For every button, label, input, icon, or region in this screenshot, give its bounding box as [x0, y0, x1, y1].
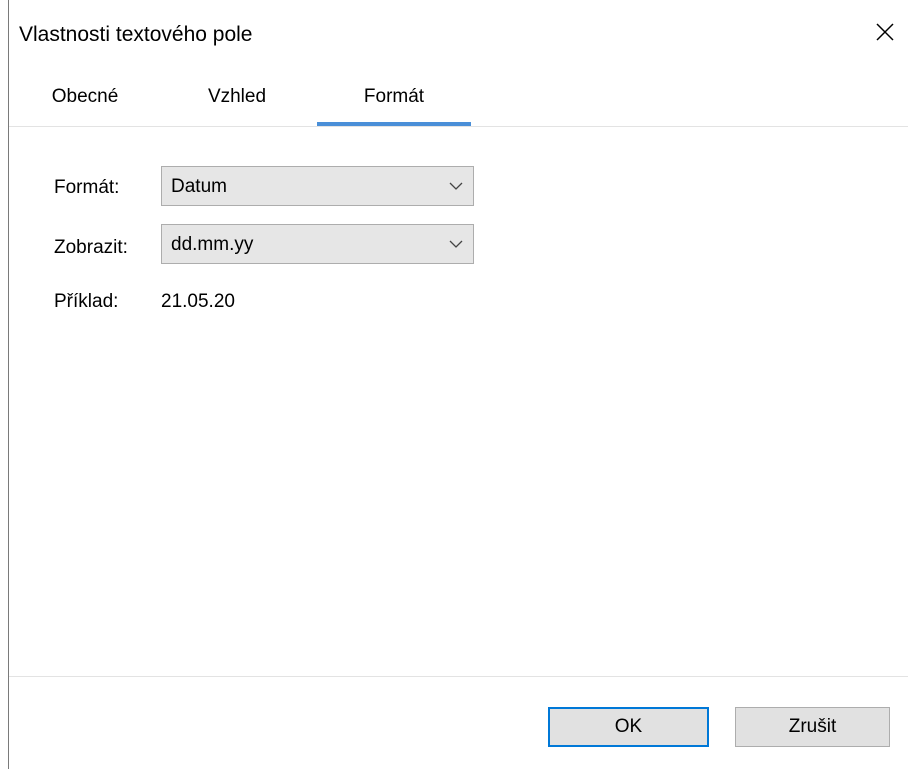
tabs-divider	[9, 126, 908, 127]
tab-general[interactable]: Obecné	[47, 84, 123, 116]
example-value: 21.05.20	[161, 291, 235, 312]
ok-button[interactable]: OK	[548, 707, 709, 747]
example-label: Příklad:	[54, 291, 119, 312]
format-dropdown-value: Datum	[171, 176, 227, 197]
tab-appearance[interactable]: Vzhled	[185, 84, 289, 116]
format-label: Formát:	[54, 177, 120, 198]
display-dropdown[interactable]: dd.mm.yy	[161, 224, 474, 264]
title-bar: Vlastnosti textového pole	[9, 0, 908, 62]
display-dropdown-value: dd.mm.yy	[171, 234, 254, 255]
tab-format[interactable]: Formát	[317, 84, 471, 116]
close-button[interactable]	[862, 12, 908, 52]
format-dropdown[interactable]: Datum	[161, 166, 474, 206]
chevron-down-icon	[449, 182, 463, 190]
cancel-button[interactable]: Zrušit	[735, 707, 890, 747]
chevron-down-icon	[449, 240, 463, 248]
close-icon	[876, 23, 894, 41]
display-label: Zobrazit:	[54, 237, 128, 258]
dialog-title: Vlastnosti textového pole	[19, 23, 253, 46]
text-field-properties-dialog: Vlastnosti textového pole Obecné Vzhled …	[8, 0, 908, 769]
tab-bar: Obecné Vzhled Formát	[9, 62, 908, 126]
footer-divider	[9, 676, 908, 677]
